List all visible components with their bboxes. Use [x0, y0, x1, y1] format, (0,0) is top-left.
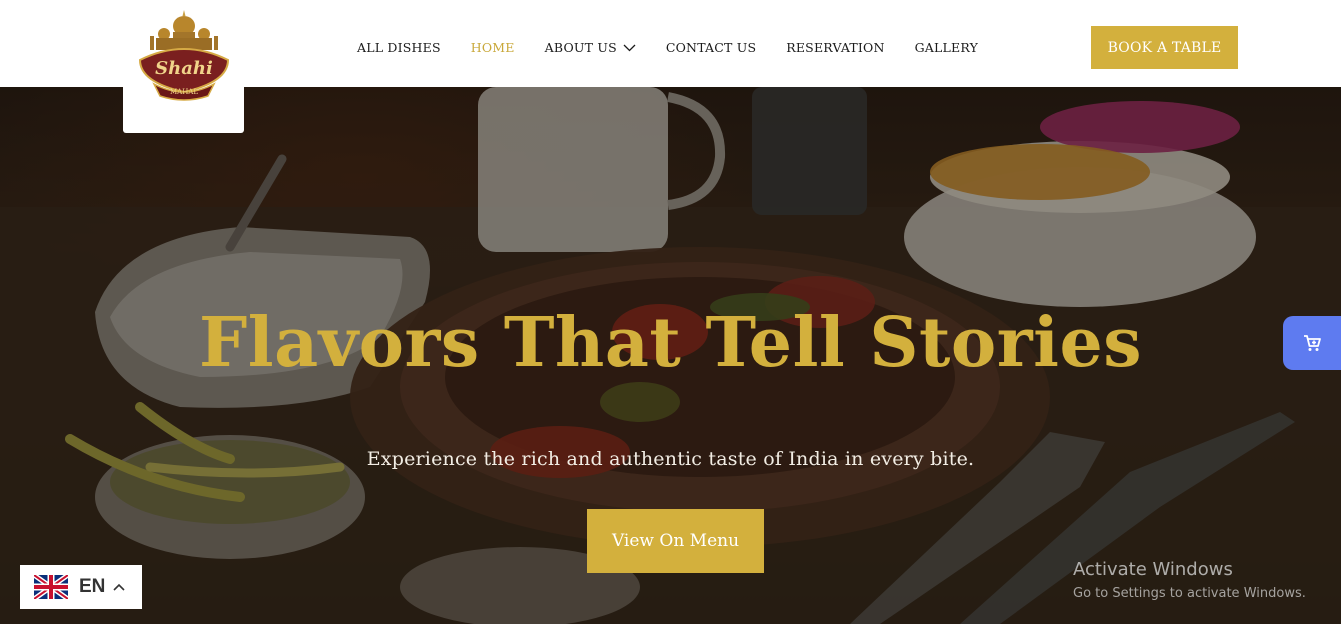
logo-subtext: MAHAL: [169, 88, 197, 96]
nav-gallery[interactable]: GALLERY: [915, 40, 978, 55]
chevron-down-icon: [623, 44, 636, 51]
view-on-menu-button[interactable]: View On Menu: [587, 509, 764, 573]
shahi-mahal-logo: Shahi MAHAL: [138, 9, 229, 101]
main-nav: ALL DISHES HOME ABOUT US CONTACT US RESE…: [357, 40, 978, 55]
nav-contact-us[interactable]: CONTACT US: [666, 40, 756, 55]
logo[interactable]: Shahi MAHAL: [123, 0, 244, 133]
nav-home[interactable]: HOME: [471, 40, 515, 55]
hero-subtitle: Experience the rich and authentic taste …: [366, 448, 975, 470]
logo-text: Shahi: [155, 58, 213, 79]
language-selector[interactable]: EN: [20, 565, 142, 609]
nav-about-us-label: ABOUT US: [544, 40, 617, 55]
watermark-subtitle: Go to Settings to activate Windows.: [1073, 586, 1306, 601]
language-code: EN: [79, 576, 106, 597]
activate-windows-watermark: Activate Windows Go to Settings to activ…: [1073, 559, 1306, 601]
floating-cart-button[interactable]: [1283, 316, 1341, 370]
hero-title: Flavors That Tell Stories: [199, 303, 1142, 383]
nav-all-dishes[interactable]: ALL DISHES: [357, 40, 441, 55]
uk-flag-icon: [34, 575, 68, 599]
nav-about-us[interactable]: ABOUT US: [545, 40, 636, 55]
chevron-up-icon: [113, 583, 125, 591]
watermark-title: Activate Windows: [1073, 559, 1233, 580]
book-a-table-button[interactable]: BOOK A TABLE: [1091, 26, 1238, 69]
nav-reservation[interactable]: RESERVATION: [786, 40, 884, 55]
hero-section: Flavors That Tell Stories Experience the…: [0, 87, 1341, 624]
cart-icon: [1304, 335, 1321, 351]
